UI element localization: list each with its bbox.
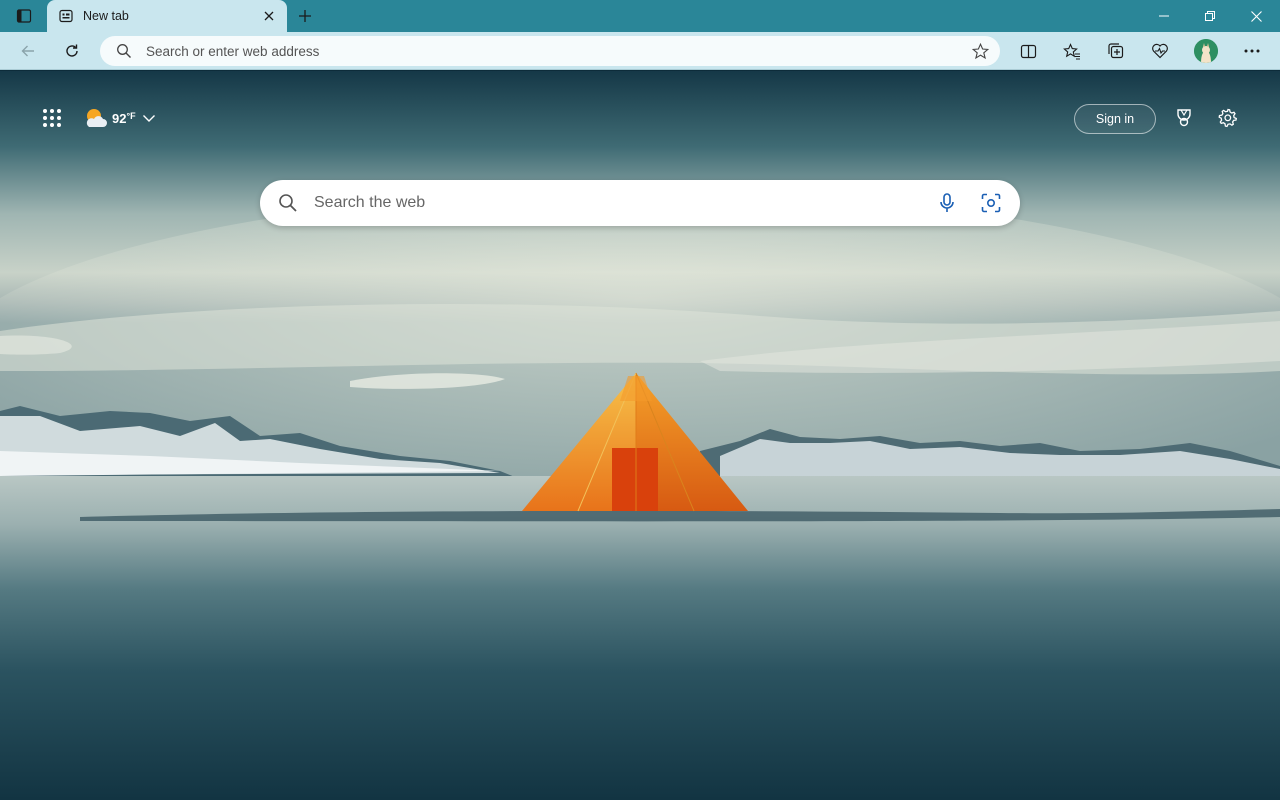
add-favorite-button[interactable] <box>960 36 1000 66</box>
close-window-button[interactable] <box>1233 0 1279 32</box>
tab-new-tab[interactable]: New tab <box>47 0 287 32</box>
apps-grid-icon <box>43 109 61 127</box>
sign-in-button[interactable]: Sign in <box>1074 104 1156 134</box>
web-search-box[interactable]: Search the web <box>260 180 1020 226</box>
visual-search-button[interactable] <box>974 186 1008 220</box>
search-icon <box>117 44 131 58</box>
profile-button[interactable] <box>1190 36 1222 66</box>
tab-title: New tab <box>83 9 129 23</box>
close-window-icon <box>1250 10 1262 22</box>
browser-essentials-button[interactable] <box>1144 36 1176 66</box>
microphone-icon <box>940 193 954 212</box>
collections-icon <box>1108 43 1124 59</box>
split-screen-icon <box>1020 44 1036 58</box>
address-bar[interactable]: Search or enter web address <box>100 36 1000 66</box>
weather-temperature: 92°F <box>112 110 136 126</box>
close-tab-icon <box>264 11 274 21</box>
title-bar: New tab <box>0 0 1280 32</box>
voice-search-button[interactable] <box>930 186 964 220</box>
rewards-button[interactable] <box>1170 104 1198 132</box>
refresh-icon <box>66 44 78 57</box>
settings-gear-icon <box>1218 108 1238 128</box>
chevron-down-icon <box>142 115 155 122</box>
weather-partly-sunny-icon <box>86 109 107 127</box>
restore-icon <box>1205 11 1215 21</box>
split-screen-button[interactable] <box>1012 36 1044 66</box>
new-tab-icon <box>299 10 311 22</box>
app-launcher-button[interactable] <box>38 104 66 132</box>
visual-search-icon <box>981 193 1001 213</box>
new-tab-page-icon <box>59 9 73 23</box>
page-settings-button[interactable] <box>1214 104 1242 132</box>
navigation-toolbar: Search or enter web address <box>0 32 1280 70</box>
more-icon <box>1244 49 1260 53</box>
tab-actions-icon <box>16 9 32 23</box>
settings-and-more-button[interactable] <box>1236 36 1268 66</box>
collections-button[interactable] <box>1100 36 1132 66</box>
browser-essentials-icon <box>1152 43 1168 59</box>
favorites-icon <box>1063 42 1080 60</box>
search-icon <box>279 194 297 212</box>
address-placeholder: Search or enter web address <box>146 43 320 59</box>
refresh-button[interactable] <box>56 36 88 66</box>
rewards-trophy-icon <box>1177 109 1191 127</box>
minimize-button[interactable] <box>1141 0 1187 32</box>
favorites-button[interactable] <box>1056 36 1088 66</box>
tab-actions-menu[interactable] <box>8 4 40 28</box>
close-tab-button[interactable] <box>259 6 279 26</box>
search-placeholder: Search the web <box>314 194 426 211</box>
favorite-star-icon <box>971 42 989 59</box>
minimize-icon <box>1159 15 1169 17</box>
weather-widget[interactable]: 92°F <box>84 104 156 132</box>
restore-button[interactable] <box>1187 0 1233 32</box>
profile-avatar <box>1194 39 1218 63</box>
back-icon <box>21 45 34 57</box>
back-button[interactable] <box>12 36 44 66</box>
new-tab-button[interactable] <box>293 4 317 28</box>
